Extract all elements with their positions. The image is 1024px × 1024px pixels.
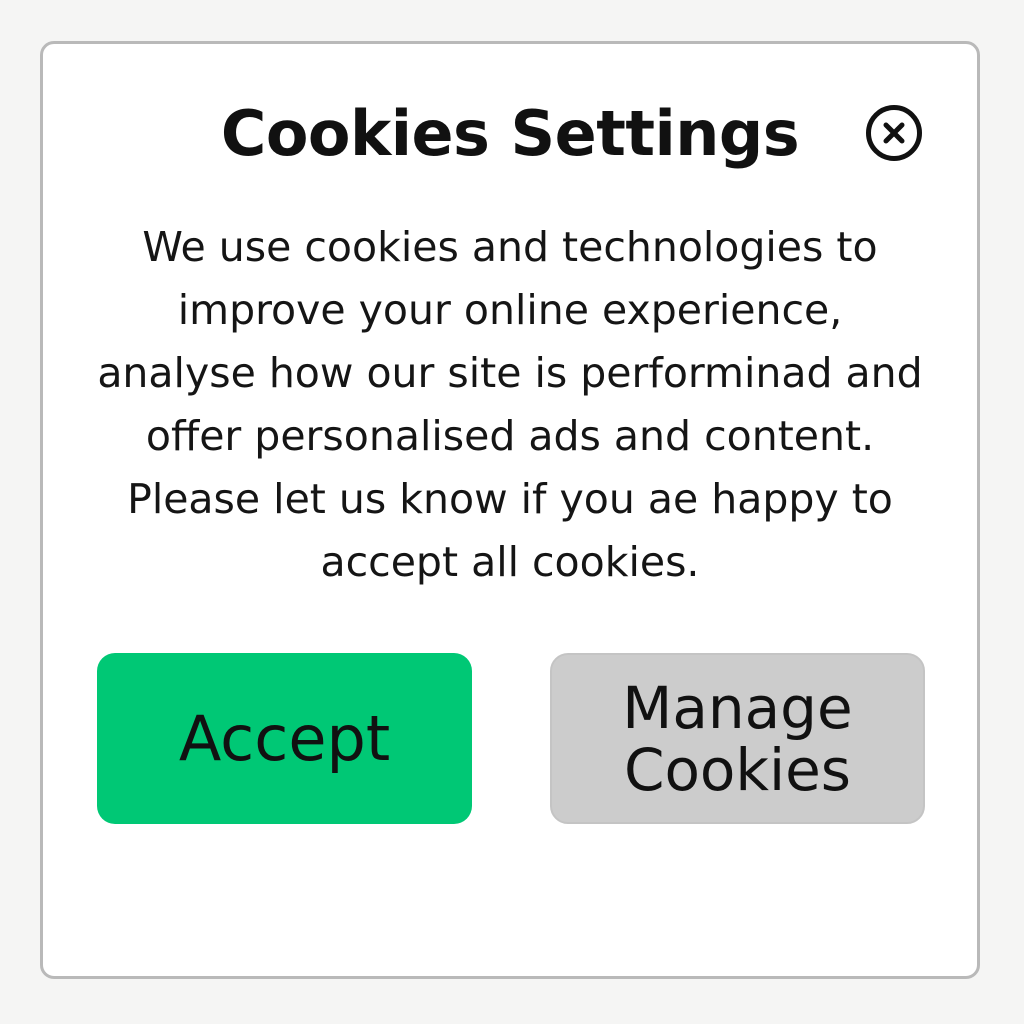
dialog-title: Cookies Settings: [220, 97, 800, 170]
close-icon: [883, 122, 905, 144]
manage-cookies-button[interactable]: Manage Cookies: [550, 653, 925, 824]
manage-cookies-button-label: Manage Cookies: [622, 673, 853, 804]
accept-button[interactable]: Accept: [97, 653, 472, 824]
cookie-settings-dialog: Cookies Settings We use cookies and tech…: [40, 41, 980, 979]
cookie-message: We use cookies and technologies to impro…: [97, 223, 923, 586]
close-button[interactable]: [866, 105, 922, 161]
accept-button-label: Accept: [178, 701, 391, 775]
